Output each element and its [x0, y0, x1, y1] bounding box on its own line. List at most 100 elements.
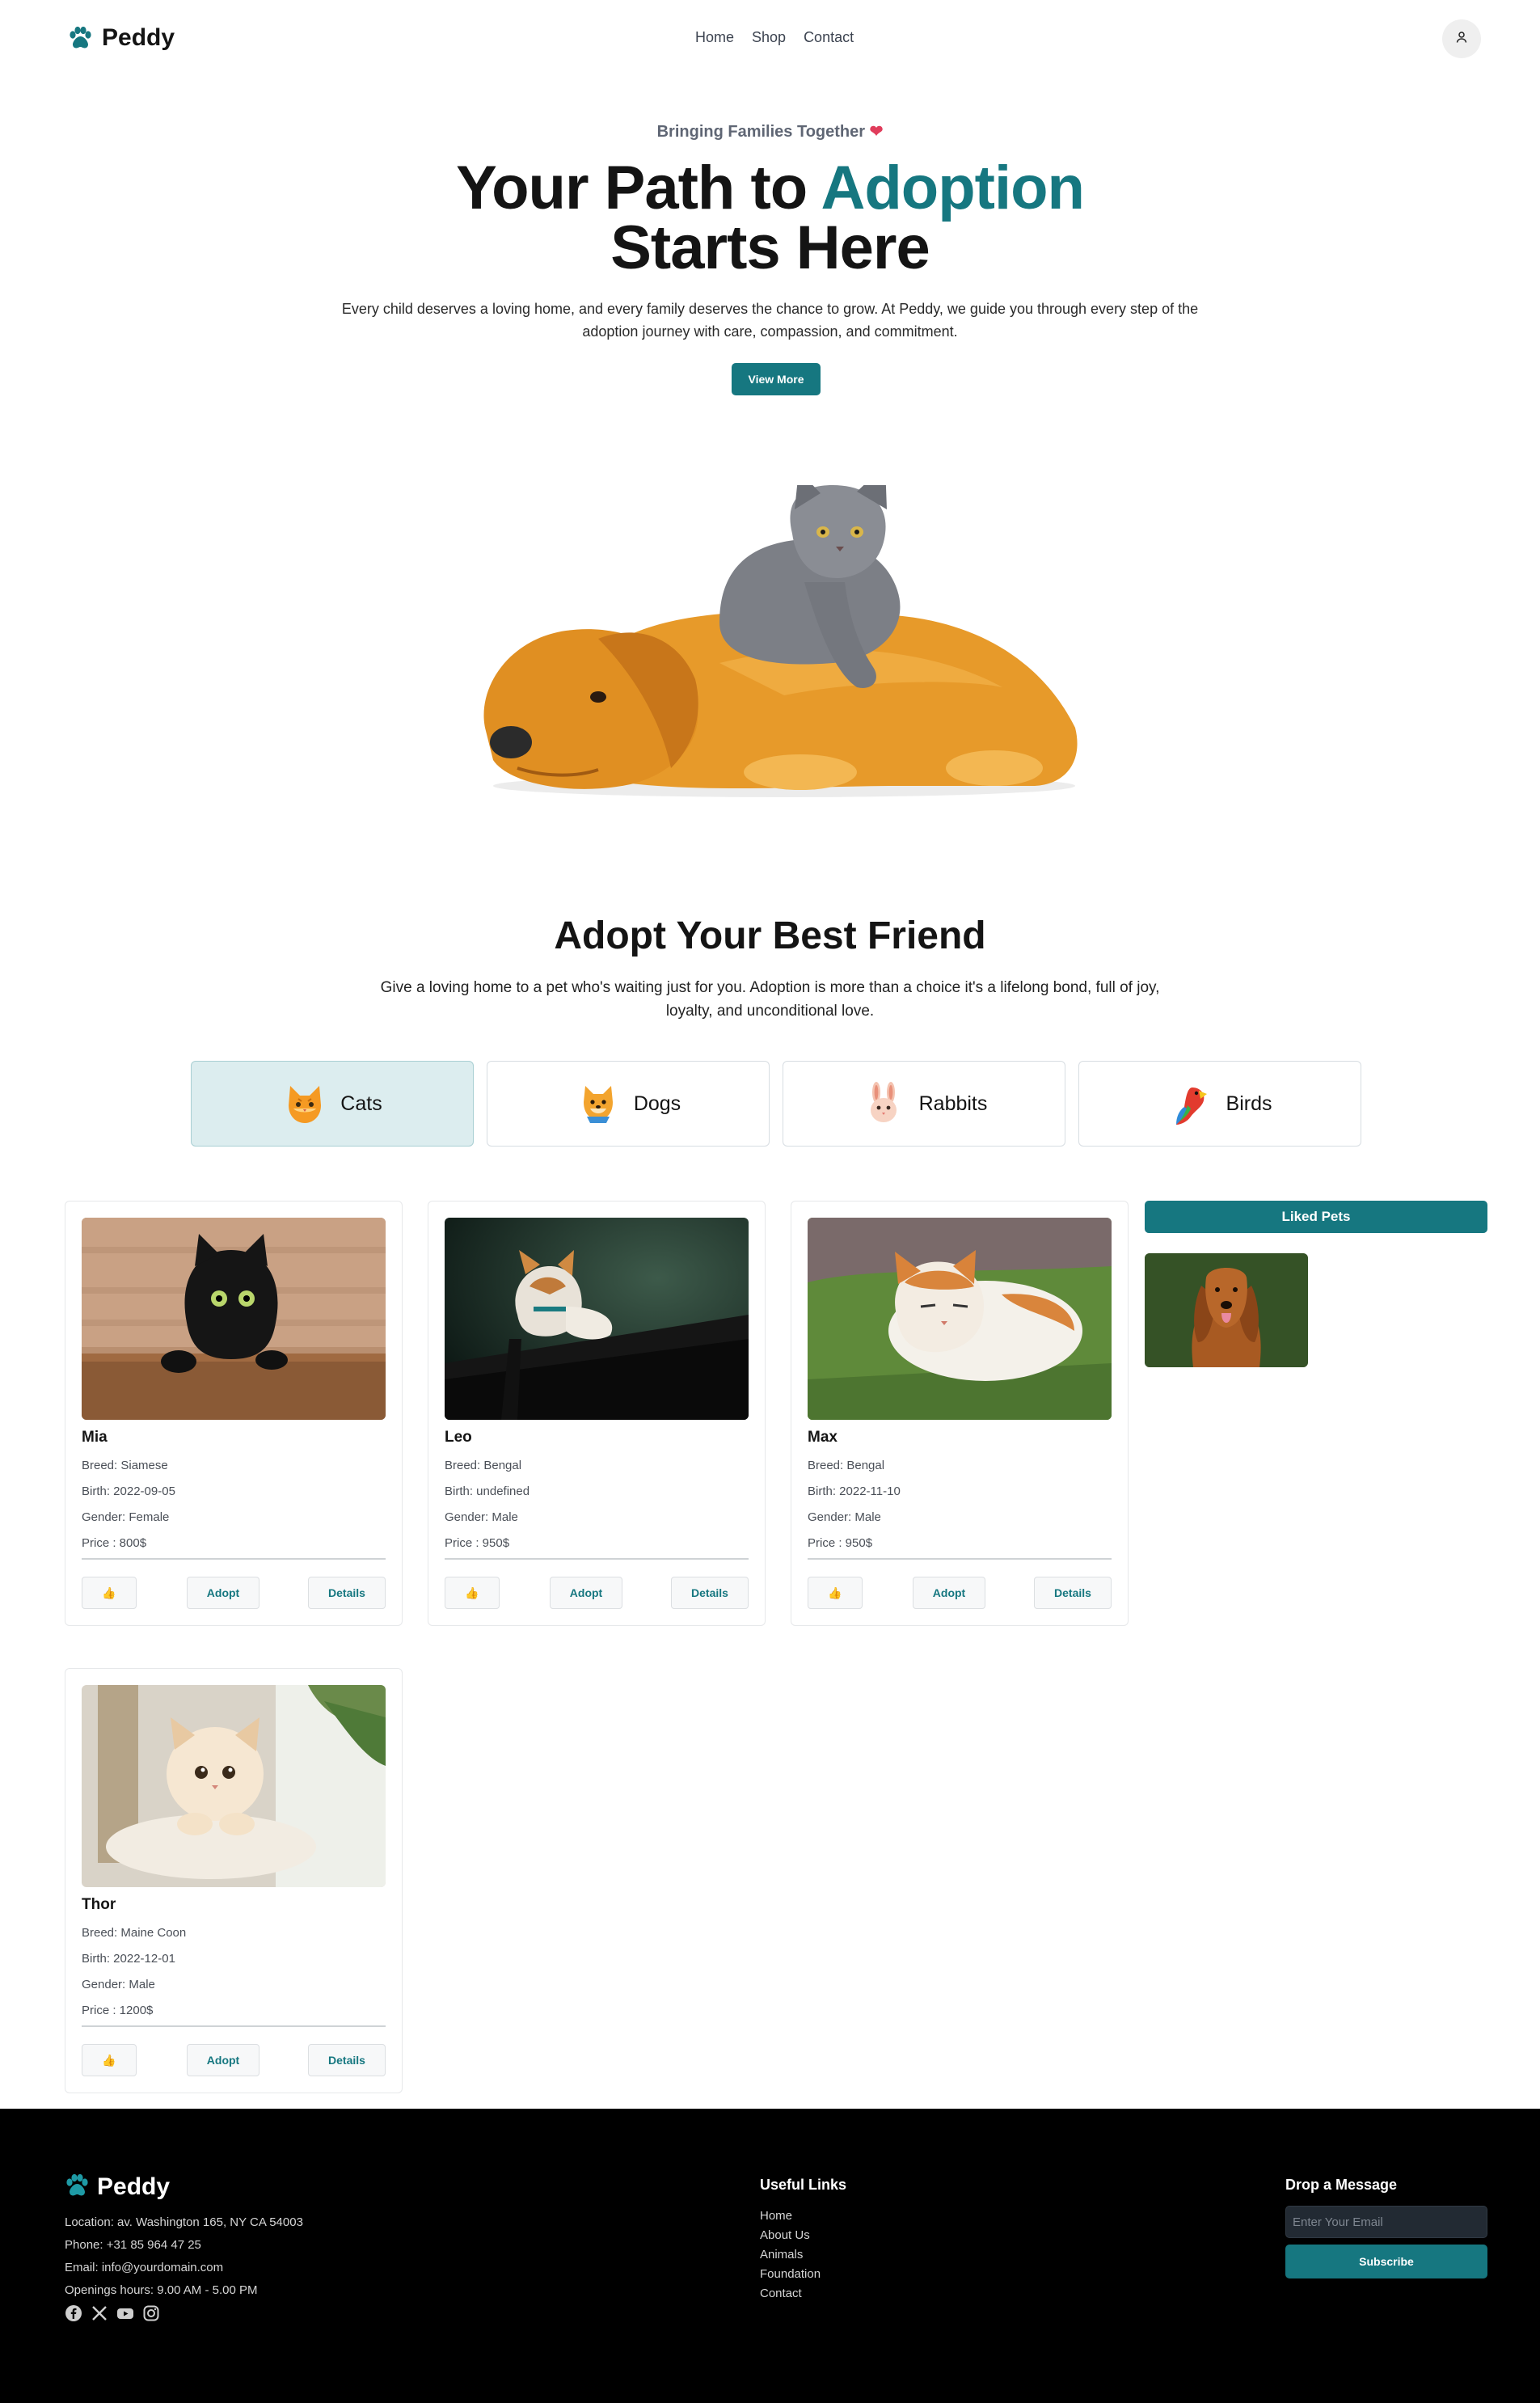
parrot-emoji-icon [1168, 1081, 1213, 1126]
card-actions: 👍 Adopt Details [808, 1577, 1112, 1609]
category-label: Birds [1226, 1092, 1272, 1115]
cat-emoji-icon [282, 1081, 327, 1126]
card-actions: 👍 Adopt Details [82, 1577, 386, 1609]
pet-price: Price : 800$ [82, 1536, 147, 1550]
pet-price: Price : 950$ [445, 1536, 510, 1550]
divider [82, 1558, 386, 1560]
nav-shop[interactable]: Shop [752, 29, 786, 46]
thumbs-up-icon: 👍 [828, 1586, 842, 1599]
adopt-section-title: Adopt Your Best Friend [554, 914, 986, 957]
thumbs-up-icon: 👍 [102, 2053, 116, 2067]
pet-breed: Breed: Maine Coon [82, 1926, 187, 1940]
footer-link-about-us[interactable]: About Us [760, 2228, 810, 2242]
pet-gender: Gender: Female [82, 1510, 170, 1524]
logo[interactable]: Peddy [68, 24, 175, 52]
pet-price: Price : 1200$ [82, 2004, 154, 2017]
pet-breed: Breed: Siamese [82, 1459, 168, 1472]
view-more-button[interactable]: View More [732, 363, 821, 395]
pet-name: Max [808, 1429, 838, 1446]
adopt-button[interactable]: Adopt [187, 2044, 259, 2076]
adopt-button[interactable]: Adopt [187, 1577, 259, 1609]
drop-message-heading: Drop a Message [1285, 2177, 1398, 2193]
divider [445, 1558, 749, 1560]
pet-photo [82, 1218, 386, 1420]
thumbs-up-icon: 👍 [465, 1586, 479, 1599]
x-icon[interactable] [91, 2304, 108, 2322]
pet-birth: Birth: 2022-11-10 [808, 1484, 901, 1498]
thumbs-up-icon: 👍 [102, 1586, 116, 1599]
hero-title-part1: Your Path to [456, 154, 821, 222]
social-links [65, 2304, 160, 2322]
user-account-button[interactable] [1442, 19, 1481, 58]
footer-location: Location: av. Washington 165, NY CA 5400… [65, 2215, 303, 2229]
pet-birth: Birth: 2022-09-05 [82, 1484, 175, 1498]
footer-phone: Phone: +31 85 964 47 25 [65, 2238, 201, 2252]
pet-name: Leo [445, 1429, 472, 1446]
paw-icon [68, 27, 92, 49]
footer-logo[interactable]: Peddy [65, 2173, 170, 2201]
adopt-button[interactable]: Adopt [913, 1577, 985, 1609]
site-header: Peddy Home Shop Contact [0, 0, 1540, 78]
details-button[interactable]: Details [671, 1577, 749, 1609]
details-button[interactable]: Details [1034, 1577, 1112, 1609]
newsletter-email-input[interactable] [1285, 2206, 1487, 2238]
footer-link-home[interactable]: Home [760, 2209, 792, 2223]
site-footer: Peddy Location: av. Washington 165, NY C… [0, 2109, 1540, 2403]
pet-photo [445, 1218, 749, 1420]
rabbit-emoji-icon [861, 1081, 906, 1126]
heart-icon: ❤ [869, 123, 884, 141]
divider [82, 2025, 386, 2027]
category-label: Rabbits [918, 1092, 988, 1115]
pet-photo [82, 1685, 386, 1887]
instagram-icon[interactable] [142, 2304, 160, 2322]
pet-birth: Birth: 2022-12-01 [82, 1952, 175, 1966]
details-button[interactable]: Details [308, 1577, 386, 1609]
pet-breed: Breed: Bengal [808, 1459, 885, 1472]
footer-link-foundation[interactable]: Foundation [760, 2267, 821, 2281]
pet-name: Thor [82, 1896, 116, 1913]
pet-name: Mia [82, 1429, 108, 1446]
footer-link-contact[interactable]: Contact [760, 2287, 802, 2300]
pet-photo [808, 1218, 1112, 1420]
main-nav: Home Shop Contact [695, 29, 854, 46]
category-label: Cats [340, 1092, 382, 1115]
adopt-button[interactable]: Adopt [550, 1577, 622, 1609]
category-tab-dogs[interactable]: Dogs [487, 1061, 770, 1147]
facebook-icon[interactable] [65, 2304, 82, 2322]
hero-title-part2: Starts Here [610, 213, 930, 282]
card-actions: 👍 Adopt Details [82, 2044, 386, 2076]
like-button[interactable]: 👍 [82, 2044, 137, 2076]
pet-card: Thor Breed: Maine Coon Birth: 2022-12-01… [65, 1668, 403, 2093]
logo-text: Peddy [102, 24, 175, 51]
like-button[interactable]: 👍 [82, 1577, 137, 1609]
footer-logo-text: Peddy [97, 2173, 171, 2200]
hero-title-accent: Adoption [821, 154, 1085, 222]
liked-pet-thumbnail[interactable] [1145, 1253, 1308, 1367]
category-tab-birds[interactable]: Birds [1078, 1061, 1361, 1147]
subscribe-button[interactable]: Subscribe [1285, 2245, 1487, 2278]
pet-gender: Gender: Male [82, 1978, 155, 1991]
user-icon [1455, 31, 1468, 48]
hero-dog-and-cat-image [477, 465, 1091, 809]
footer-hours: Openings hours: 9.00 AM - 5.00 PM [65, 2283, 258, 2297]
category-tab-cats[interactable]: Cats [191, 1061, 474, 1147]
nav-home[interactable]: Home [695, 29, 734, 46]
pet-birth: Birth: undefined [445, 1484, 530, 1498]
paw-icon [65, 2173, 89, 2201]
pet-breed: Breed: Bengal [445, 1459, 522, 1472]
like-button[interactable]: 👍 [808, 1577, 863, 1609]
nav-contact[interactable]: Contact [804, 29, 854, 46]
pet-gender: Gender: Male [445, 1510, 518, 1524]
hero-kicker: Bringing Families Together ❤ [0, 121, 1540, 141]
adopt-section-description: Give a loving home to a pet who's waitin… [380, 979, 1160, 1020]
footer-link-animals[interactable]: Animals [760, 2248, 803, 2262]
category-tab-rabbits[interactable]: Rabbits [783, 1061, 1065, 1147]
youtube-icon[interactable] [116, 2304, 134, 2322]
pet-card: Mia Breed: Siamese Birth: 2022-09-05 Gen… [65, 1201, 403, 1626]
like-button[interactable]: 👍 [445, 1577, 500, 1609]
liked-pets-header: Liked Pets [1145, 1201, 1487, 1233]
dog-emoji-icon [576, 1081, 621, 1126]
footer-email: Email: info@yourdomain.com [65, 2261, 224, 2274]
details-button[interactable]: Details [308, 2044, 386, 2076]
hero-title: Your Path to Adoption Starts Here [0, 158, 1540, 279]
